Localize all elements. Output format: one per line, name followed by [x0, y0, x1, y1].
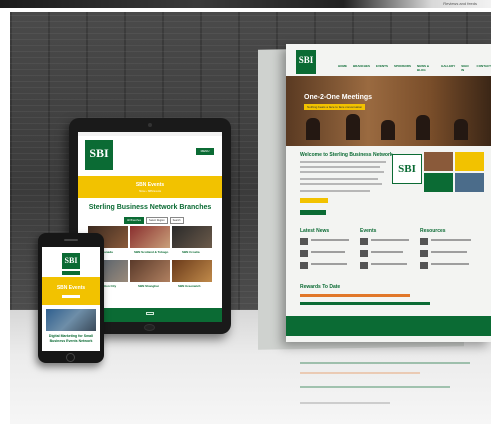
text-line	[300, 190, 370, 192]
poster-nav: HOME BRANCHES EVENTS SPONSORS NEWS & BLO…	[338, 64, 491, 72]
hero-banner	[286, 76, 491, 146]
text-line	[300, 161, 386, 163]
branch-filters: All Branches Select Region Search	[124, 217, 184, 224]
resource-thumb	[420, 250, 428, 257]
nav-item[interactable]: GALLERY	[441, 64, 455, 72]
person-silhouette	[381, 120, 395, 140]
thumbnail	[455, 173, 484, 192]
branch-name[interactable]: SBN Greenwich	[178, 284, 201, 288]
hero-subtitle: Nothing beats a face to face conversatio…	[304, 104, 366, 110]
branch-photo[interactable]	[130, 260, 170, 282]
sbi-logo: SBI	[62, 253, 80, 269]
progress-bar-orange	[300, 294, 410, 297]
reflection-line	[300, 386, 450, 388]
left-margin	[0, 12, 10, 424]
column-title-events: Events	[360, 228, 377, 234]
menu-button[interactable]: MENU	[196, 148, 214, 155]
event-thumb	[360, 238, 368, 245]
filter-search[interactable]: Search	[169, 217, 184, 224]
phone-screen: SBI SBN Events Digital Marketing for Sma…	[42, 247, 100, 351]
thumbnail-grid	[424, 152, 484, 192]
breadcrumb	[62, 295, 80, 298]
nav-item[interactable]: BRANCHES	[353, 64, 370, 72]
branch-name[interactable]: SBN Shanghai	[138, 284, 159, 288]
reflection-line	[300, 402, 390, 404]
person-silhouette	[346, 114, 360, 140]
branch-photo[interactable]	[130, 226, 170, 248]
sbi-logo: SBI	[85, 140, 113, 170]
thumbnail	[455, 152, 484, 171]
events-banner	[42, 277, 100, 305]
hero-title: One-2-One Meetings	[304, 94, 373, 101]
resource-text	[431, 239, 471, 241]
breadcrumb: Home › SBN Events	[138, 190, 162, 193]
nav-item[interactable]: NEWS & BLOG	[417, 64, 435, 72]
branch-photo[interactable]	[172, 260, 212, 282]
news-text	[311, 263, 347, 265]
nav-item[interactable]: SIGN IN	[461, 64, 470, 72]
event-thumb	[360, 250, 368, 257]
event-caption[interactable]: Digital Marketing for Small Business Eve…	[46, 334, 96, 343]
read-more-button[interactable]	[300, 198, 328, 203]
filter-region[interactable]: Select Region	[146, 217, 168, 224]
text-line	[300, 183, 382, 185]
branches-title: Sterling Business Network Branches	[88, 204, 212, 211]
event-text	[371, 263, 407, 265]
resource-thumb	[420, 238, 428, 245]
person-silhouette	[454, 119, 468, 140]
nav-item[interactable]: HOME	[338, 64, 347, 72]
sbi-logo: SBI	[296, 50, 316, 74]
join-button[interactable]	[300, 210, 326, 215]
news-thumb	[300, 250, 308, 257]
camera-icon	[148, 123, 152, 127]
home-button[interactable]	[144, 324, 155, 331]
text-line	[300, 178, 378, 180]
reflection-line	[300, 372, 420, 374]
event-photo[interactable]	[46, 309, 96, 331]
event-text	[371, 239, 409, 241]
news-text	[311, 239, 349, 241]
thumbnail	[424, 152, 453, 171]
person-silhouette	[416, 115, 430, 140]
site-footer	[286, 316, 491, 336]
menu-button[interactable]	[62, 271, 80, 275]
website-poster: SBI HOME BRANCHES EVENTS SPONSORS NEWS &…	[286, 44, 491, 342]
thumbnail	[424, 173, 453, 192]
resource-text	[431, 263, 469, 265]
welcome-heading: Welcome to Sterling Business Network	[300, 152, 393, 158]
text-line	[300, 166, 380, 168]
branch-photo[interactable]	[172, 226, 212, 248]
results-heading: Rewards To Date	[300, 284, 341, 290]
news-thumb	[300, 238, 308, 245]
branch-name[interactable]: SBN Scotland & Tobago	[134, 250, 168, 254]
nav-item[interactable]: EVENTS	[376, 64, 388, 72]
sbi-badge: SBI	[392, 154, 422, 184]
filter-all[interactable]: All Branches	[124, 217, 145, 224]
progress-bar-green	[300, 302, 430, 305]
column-title-resources: Resources	[420, 228, 446, 234]
footer-logo-icon	[146, 312, 154, 315]
speaker-icon	[64, 239, 78, 241]
top-strip-text: Reviews and feeds	[443, 1, 477, 6]
branch-name[interactable]: SBN Croatia	[182, 250, 200, 254]
text-line	[300, 171, 384, 173]
event-thumb	[360, 262, 368, 269]
events-title: SBN Events	[135, 182, 165, 188]
mockup-stage: Reviews and feeds SBI HOME BRANCHES EVEN…	[0, 0, 491, 424]
reflection-line	[300, 362, 470, 364]
column-title-news: Latest News	[300, 228, 330, 234]
nav-item[interactable]: SPONSORS	[394, 64, 411, 72]
event-text	[371, 251, 403, 253]
top-strip: Reviews and feeds	[0, 0, 491, 8]
phone-device: SBI SBN Events Digital Marketing for Sma…	[38, 233, 104, 363]
resource-text	[431, 251, 467, 253]
nav-item[interactable]: CONTACT	[477, 64, 491, 72]
events-title: SBN Events	[56, 285, 86, 291]
resource-thumb	[420, 262, 428, 269]
news-thumb	[300, 262, 308, 269]
news-text	[311, 251, 345, 253]
home-button[interactable]	[66, 353, 75, 362]
person-silhouette	[306, 118, 320, 140]
